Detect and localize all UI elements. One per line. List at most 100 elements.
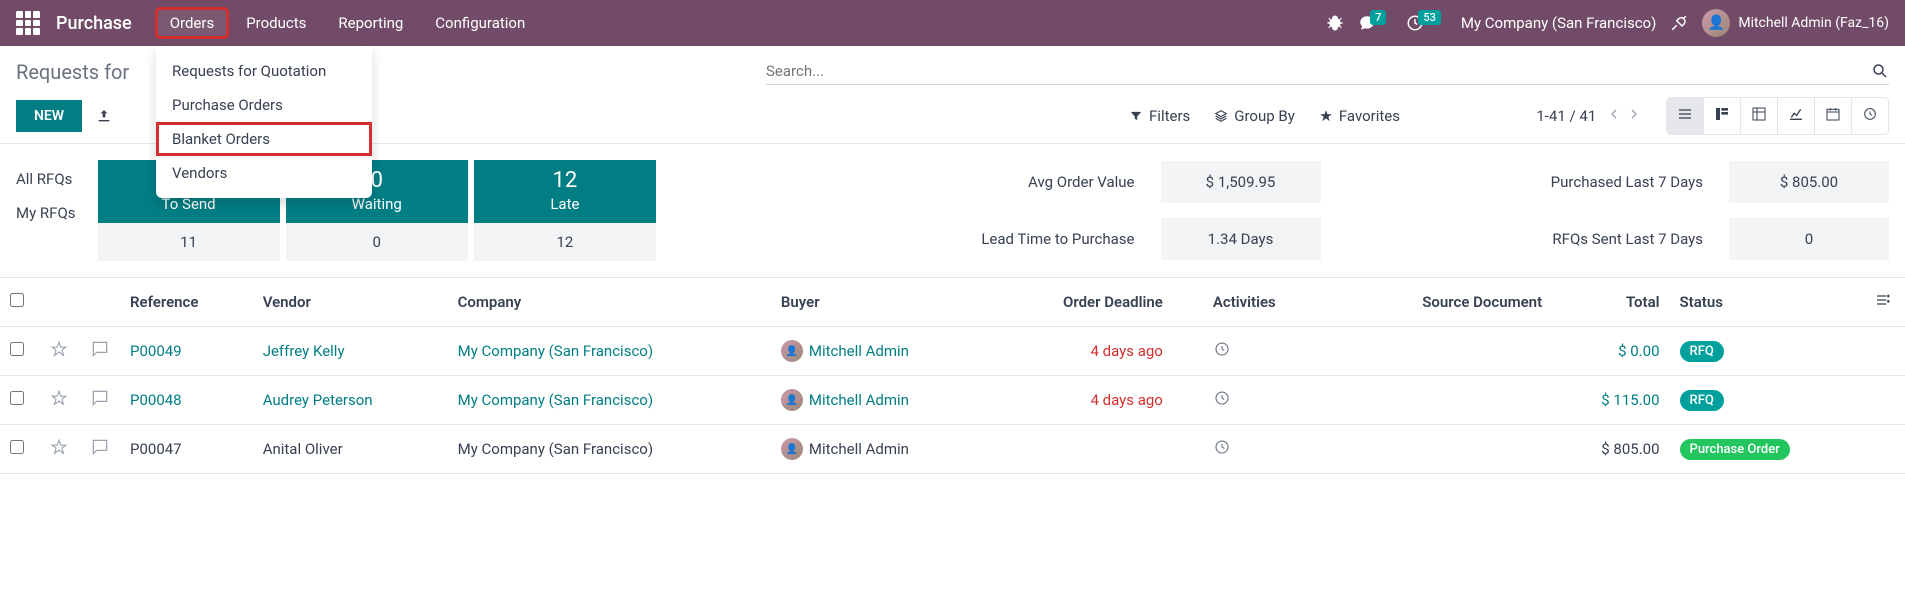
view-activity[interactable]: [1852, 98, 1888, 134]
tools-icon[interactable]: [1670, 14, 1688, 32]
apps-icon[interactable]: [16, 11, 40, 35]
columns-settings-icon[interactable]: [1875, 292, 1891, 308]
th-total[interactable]: Total: [1552, 278, 1669, 327]
row-checkbox[interactable]: [10, 342, 24, 356]
messaging-icon[interactable]: 7: [1358, 14, 1392, 32]
cell-buyer[interactable]: Mitchell Admin: [809, 440, 909, 458]
status-badge: RFQ: [1680, 341, 1724, 362]
cell-buyer[interactable]: Mitchell Admin: [809, 391, 909, 409]
th-status[interactable]: Status: [1670, 278, 1865, 327]
pager-prev-icon[interactable]: [1606, 106, 1622, 122]
table-row[interactable]: P00048 Audrey Peterson My Company (San F…: [0, 376, 1905, 425]
message-icon[interactable]: [90, 437, 110, 457]
row-checkbox[interactable]: [10, 391, 24, 405]
th-source[interactable]: Source Document: [1342, 278, 1552, 327]
star-icon[interactable]: [50, 340, 68, 358]
cell-company[interactable]: My Company (San Francisco): [458, 440, 653, 458]
cell-vendor[interactable]: Audrey Peterson: [263, 391, 373, 409]
star-icon: [1319, 109, 1333, 123]
nav-configuration[interactable]: Configuration: [421, 8, 539, 38]
cell-reference[interactable]: P00047: [130, 440, 182, 458]
cell-company[interactable]: My Company (San Francisco): [458, 391, 653, 409]
status-badge: RFQ: [1680, 390, 1724, 411]
cell-total: $ 805.00: [1601, 440, 1659, 458]
cell-company[interactable]: My Company (San Francisco): [458, 342, 653, 360]
cell-vendor[interactable]: Jeffrey Kelly: [263, 342, 345, 360]
search-bar[interactable]: [766, 58, 1889, 85]
view-list[interactable]: [1667, 98, 1704, 134]
pager: 1-41 / 41: [1536, 106, 1642, 126]
orders-dropdown: Requests for Quotation Purchase Orders B…: [156, 46, 372, 198]
buyer-avatar: 👤: [781, 389, 803, 411]
cell-reference[interactable]: P00049: [130, 342, 182, 360]
activities-icon[interactable]: 53: [1406, 14, 1447, 32]
nav-products[interactable]: Products: [232, 8, 320, 38]
activities-badge: 53: [1418, 10, 1441, 25]
filters-button[interactable]: Filters: [1129, 107, 1190, 125]
buyer-avatar: 👤: [781, 438, 803, 460]
table-row[interactable]: P00049 Jeffrey Kelly My Company (San Fra…: [0, 327, 1905, 376]
view-graph[interactable]: [1778, 98, 1815, 134]
nav-reporting[interactable]: Reporting: [324, 8, 417, 38]
app-brand[interactable]: Purchase: [56, 13, 132, 34]
debug-icon[interactable]: [1326, 14, 1344, 32]
company-selector[interactable]: My Company (San Francisco): [1461, 14, 1656, 32]
row-checkbox[interactable]: [10, 440, 24, 454]
cell-total: $ 115.00: [1601, 391, 1659, 409]
dropdown-blanket-orders[interactable]: Blanket Orders: [156, 122, 372, 156]
cell-buyer[interactable]: Mitchell Admin: [809, 342, 909, 360]
new-button[interactable]: NEW: [16, 100, 82, 132]
filter-icon: [1129, 109, 1143, 123]
view-pivot[interactable]: [1741, 98, 1778, 134]
cell-deadline: 4 days ago: [1091, 391, 1163, 409]
search-icon[interactable]: [1871, 62, 1889, 80]
pager-text: 1-41 / 41: [1536, 107, 1596, 125]
view-switcher: [1666, 97, 1889, 135]
search-input[interactable]: [766, 62, 1871, 80]
clock-icon[interactable]: [1213, 389, 1231, 407]
th-activities[interactable]: Activities: [1173, 278, 1342, 327]
th-reference[interactable]: Reference: [120, 278, 253, 327]
tab-all-rfqs[interactable]: All RFQs: [16, 170, 76, 188]
cell-reference[interactable]: P00048: [130, 391, 182, 409]
th-company[interactable]: Company: [448, 278, 771, 327]
star-icon[interactable]: [50, 438, 68, 456]
navbar: Purchase Orders Products Reporting Confi…: [0, 0, 1905, 46]
dropdown-vendors[interactable]: Vendors: [156, 156, 372, 190]
th-deadline[interactable]: Order Deadline: [993, 278, 1173, 327]
nav-orders[interactable]: Orders: [156, 8, 229, 38]
status-badge: Purchase Order: [1680, 439, 1790, 460]
pager-next-icon[interactable]: [1626, 106, 1642, 122]
th-vendor[interactable]: Vendor: [253, 278, 448, 327]
layers-icon: [1214, 109, 1228, 123]
cell-source: [1342, 327, 1552, 376]
groupby-button[interactable]: Group By: [1214, 107, 1295, 125]
favorites-button[interactable]: Favorites: [1319, 107, 1400, 125]
stat-late[interactable]: 12Late 12: [474, 160, 656, 261]
dropdown-purchase-orders[interactable]: Purchase Orders: [156, 88, 372, 122]
view-calendar[interactable]: [1815, 98, 1852, 134]
cell-source: [1342, 376, 1552, 425]
view-kanban[interactable]: [1704, 98, 1741, 134]
user-menu[interactable]: 👤 Mitchell Admin (Faz_16): [1702, 9, 1889, 37]
clock-icon[interactable]: [1213, 340, 1231, 358]
kpi-avg-order: Avg Order Value$ 1,509.95: [776, 161, 1321, 203]
cell-source: [1342, 425, 1552, 474]
table-row[interactable]: P00047 Anital Oliver My Company (San Fra…: [0, 425, 1905, 474]
message-icon[interactable]: [90, 388, 110, 408]
buyer-avatar: 👤: [781, 340, 803, 362]
nav-right: 7 53 My Company (San Francisco) 👤 Mitche…: [1326, 9, 1889, 37]
th-buyer[interactable]: Buyer: [771, 278, 993, 327]
clock-icon[interactable]: [1213, 438, 1231, 456]
kpi-rfqs-sent-7d: RFQs Sent Last 7 Days0: [1345, 218, 1890, 260]
upload-icon[interactable]: [96, 108, 112, 124]
star-icon[interactable]: [50, 389, 68, 407]
select-all-checkbox[interactable]: [10, 293, 24, 307]
cell-vendor[interactable]: Anital Oliver: [263, 440, 343, 458]
cell-deadline: 4 days ago: [1091, 342, 1163, 360]
nav-menu: Orders Products Reporting Configuration: [156, 8, 540, 38]
message-icon[interactable]: [90, 339, 110, 359]
tab-my-rfqs[interactable]: My RFQs: [16, 204, 76, 222]
dropdown-rfq[interactable]: Requests for Quotation: [156, 54, 372, 88]
user-name: Mitchell Admin (Faz_16): [1738, 15, 1889, 31]
